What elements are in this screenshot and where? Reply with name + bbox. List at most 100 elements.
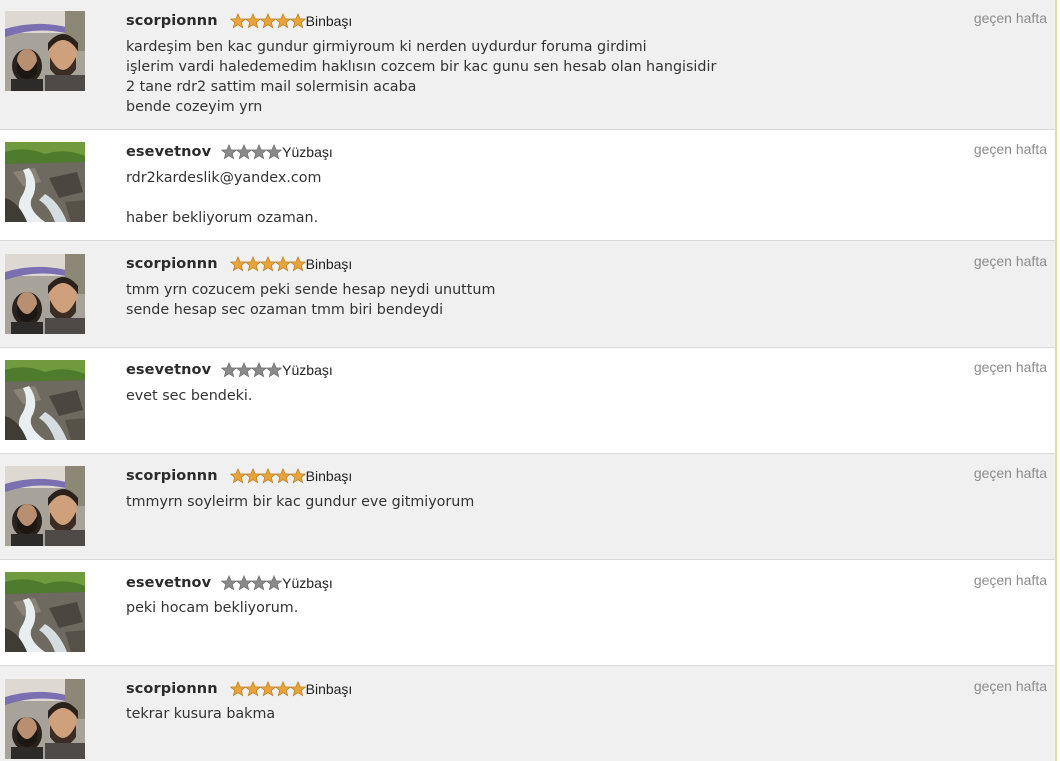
gray-star-icon <box>266 362 283 378</box>
post-date: geçen hafta <box>973 572 1047 588</box>
comment-post: esevetnov Yüzbaşı geçen hafta evet sec b… <box>0 348 1055 454</box>
rank-label: Yüzbaşı <box>282 144 333 160</box>
username-link[interactable]: esevetnov <box>126 362 211 378</box>
man-avatar-image <box>5 11 85 91</box>
gray-star-icon <box>251 575 268 591</box>
waterfall-avatar-image <box>5 360 85 440</box>
post-text-line: peki hocam bekliyorum. <box>126 600 299 616</box>
gray-star-icon <box>266 575 283 591</box>
man-avatar-image <box>5 679 85 759</box>
comment-post: esevetnov Yüzbaşı geçen hafta peki hocam… <box>0 560 1055 666</box>
post-text-line: işlerim vardi haledemedim haklısın cozce… <box>126 59 717 75</box>
username-link[interactable]: scorpionnn <box>126 468 218 484</box>
post-text-line: bende cozeyim yrn <box>126 99 263 115</box>
post-date: geçen hafta <box>973 10 1047 26</box>
username-link[interactable]: scorpionnn <box>126 13 218 29</box>
comment-thread: scorpionnn Binbaşı geçen hafta kardeşim … <box>0 0 1057 761</box>
post-header: scorpionnn Binbaşı <box>126 467 352 485</box>
gold-star-icon <box>244 468 261 484</box>
post-text-line: rdr2kardeslik@yandex.com <box>126 170 322 186</box>
gray-star-icon <box>236 362 253 378</box>
gray-star-icon <box>221 144 238 160</box>
user-avatar-photo[interactable] <box>5 466 85 546</box>
post-text-line: haber bekliyorum ozaman. <box>126 210 319 226</box>
gold-star-icon <box>244 13 261 29</box>
username-link[interactable]: esevetnov <box>126 575 211 591</box>
gold-star-icon <box>259 13 276 29</box>
rank-label: Binbaşı <box>305 13 353 29</box>
post-date: geçen hafta <box>973 465 1047 481</box>
post-text-line: tmm yrn cozucem peki sende hesap neydi u… <box>126 282 496 298</box>
post-body: evet sec bendeki. <box>126 386 252 406</box>
post-text-line: tekrar kusura bakma <box>126 706 276 722</box>
rank-label: Binbaşı <box>305 256 353 272</box>
user-avatar-photo[interactable] <box>5 572 85 652</box>
comment-post: scorpionnn Binbaşı geçen hafta kardeşim … <box>0 0 1055 130</box>
post-text-line: 2 tane rdr2 sattim mail solermisin acaba <box>126 79 417 95</box>
gold-star-icon <box>259 256 276 272</box>
user-avatar-photo[interactable] <box>5 254 85 334</box>
username-link[interactable]: esevetnov <box>126 144 211 160</box>
gold-star-icon <box>259 468 276 484</box>
post-date: geçen hafta <box>973 253 1047 269</box>
waterfall-avatar-image <box>5 572 85 652</box>
gold-star-icon <box>289 681 306 697</box>
post-body: kardeşim ben kac gundur girmiyroum ki ne… <box>126 37 716 117</box>
post-header: esevetnov Yüzbaşı <box>126 574 333 592</box>
post-body: tekrar kusura bakma <box>126 704 275 724</box>
user-avatar-photo[interactable] <box>5 679 85 759</box>
man-avatar-image <box>5 466 85 546</box>
username-link[interactable]: scorpionnn <box>126 256 218 272</box>
post-body: peki hocam bekliyorum. <box>126 598 298 618</box>
post-header: scorpionnn Binbaşı <box>126 12 352 30</box>
post-text-line <box>126 188 321 208</box>
gold-star-icon <box>289 256 306 272</box>
gold-star-icon <box>229 256 246 272</box>
gold-star-icon <box>274 681 291 697</box>
gray-star-icon <box>236 144 253 160</box>
gold-star-icon <box>229 681 246 697</box>
user-avatar-photo[interactable] <box>5 360 85 440</box>
post-header: esevetnov Yüzbaşı <box>126 361 333 379</box>
user-avatar-photo[interactable] <box>5 142 85 222</box>
post-body: tmm yrn cozucem peki sende hesap neydi u… <box>126 280 495 320</box>
gold-star-icon <box>229 468 246 484</box>
gray-star-icon <box>266 144 283 160</box>
gold-star-icon <box>229 13 246 29</box>
username-link[interactable]: scorpionnn <box>126 681 218 697</box>
post-body: tmmyrn soyleirm bir kac gundur eve gitmi… <box>126 492 474 512</box>
post-header: scorpionnn Binbaşı <box>126 255 352 273</box>
gold-star-icon <box>289 468 306 484</box>
gold-star-icon <box>244 256 261 272</box>
post-text-line: sende hesap sec ozaman tmm biri bendeydi <box>126 302 444 318</box>
gray-star-icon <box>251 362 268 378</box>
gray-star-icon <box>221 362 238 378</box>
gray-star-icon <box>251 144 268 160</box>
gold-star-icon <box>244 681 261 697</box>
gold-star-icon <box>259 681 276 697</box>
gold-star-icon <box>274 13 291 29</box>
rank-stars-4 <box>221 575 283 591</box>
comment-post: esevetnov Yüzbaşı geçen hafta rdr2kardes… <box>0 130 1055 241</box>
rank-stars-5 <box>229 13 306 29</box>
gold-star-icon <box>274 468 291 484</box>
rank-stars-4 <box>221 144 283 160</box>
rank-stars-4 <box>221 362 283 378</box>
gray-star-icon <box>236 575 253 591</box>
rank-stars-5 <box>229 468 306 484</box>
user-avatar-photo[interactable] <box>5 11 85 91</box>
post-header: scorpionnn Binbaşı <box>126 680 352 698</box>
gray-star-icon <box>221 575 238 591</box>
man-avatar-image <box>5 254 85 334</box>
rank-stars-5 <box>229 256 306 272</box>
rank-label: Yüzbaşı <box>282 362 333 378</box>
comment-post: scorpionnn Binbaşı geçen hafta tmm yrn c… <box>0 241 1055 348</box>
rank-label: Binbaşı <box>305 681 353 697</box>
gold-star-icon <box>289 13 306 29</box>
waterfall-avatar-image <box>5 142 85 222</box>
post-body: rdr2kardeslik@yandex.com haber bekliyoru… <box>126 168 321 228</box>
rank-label: Yüzbaşı <box>282 575 333 591</box>
rank-stars-5 <box>229 681 306 697</box>
post-date: geçen hafta <box>973 359 1047 375</box>
comment-post: scorpionnn Binbaşı geçen hafta tekrar ku… <box>0 666 1055 761</box>
